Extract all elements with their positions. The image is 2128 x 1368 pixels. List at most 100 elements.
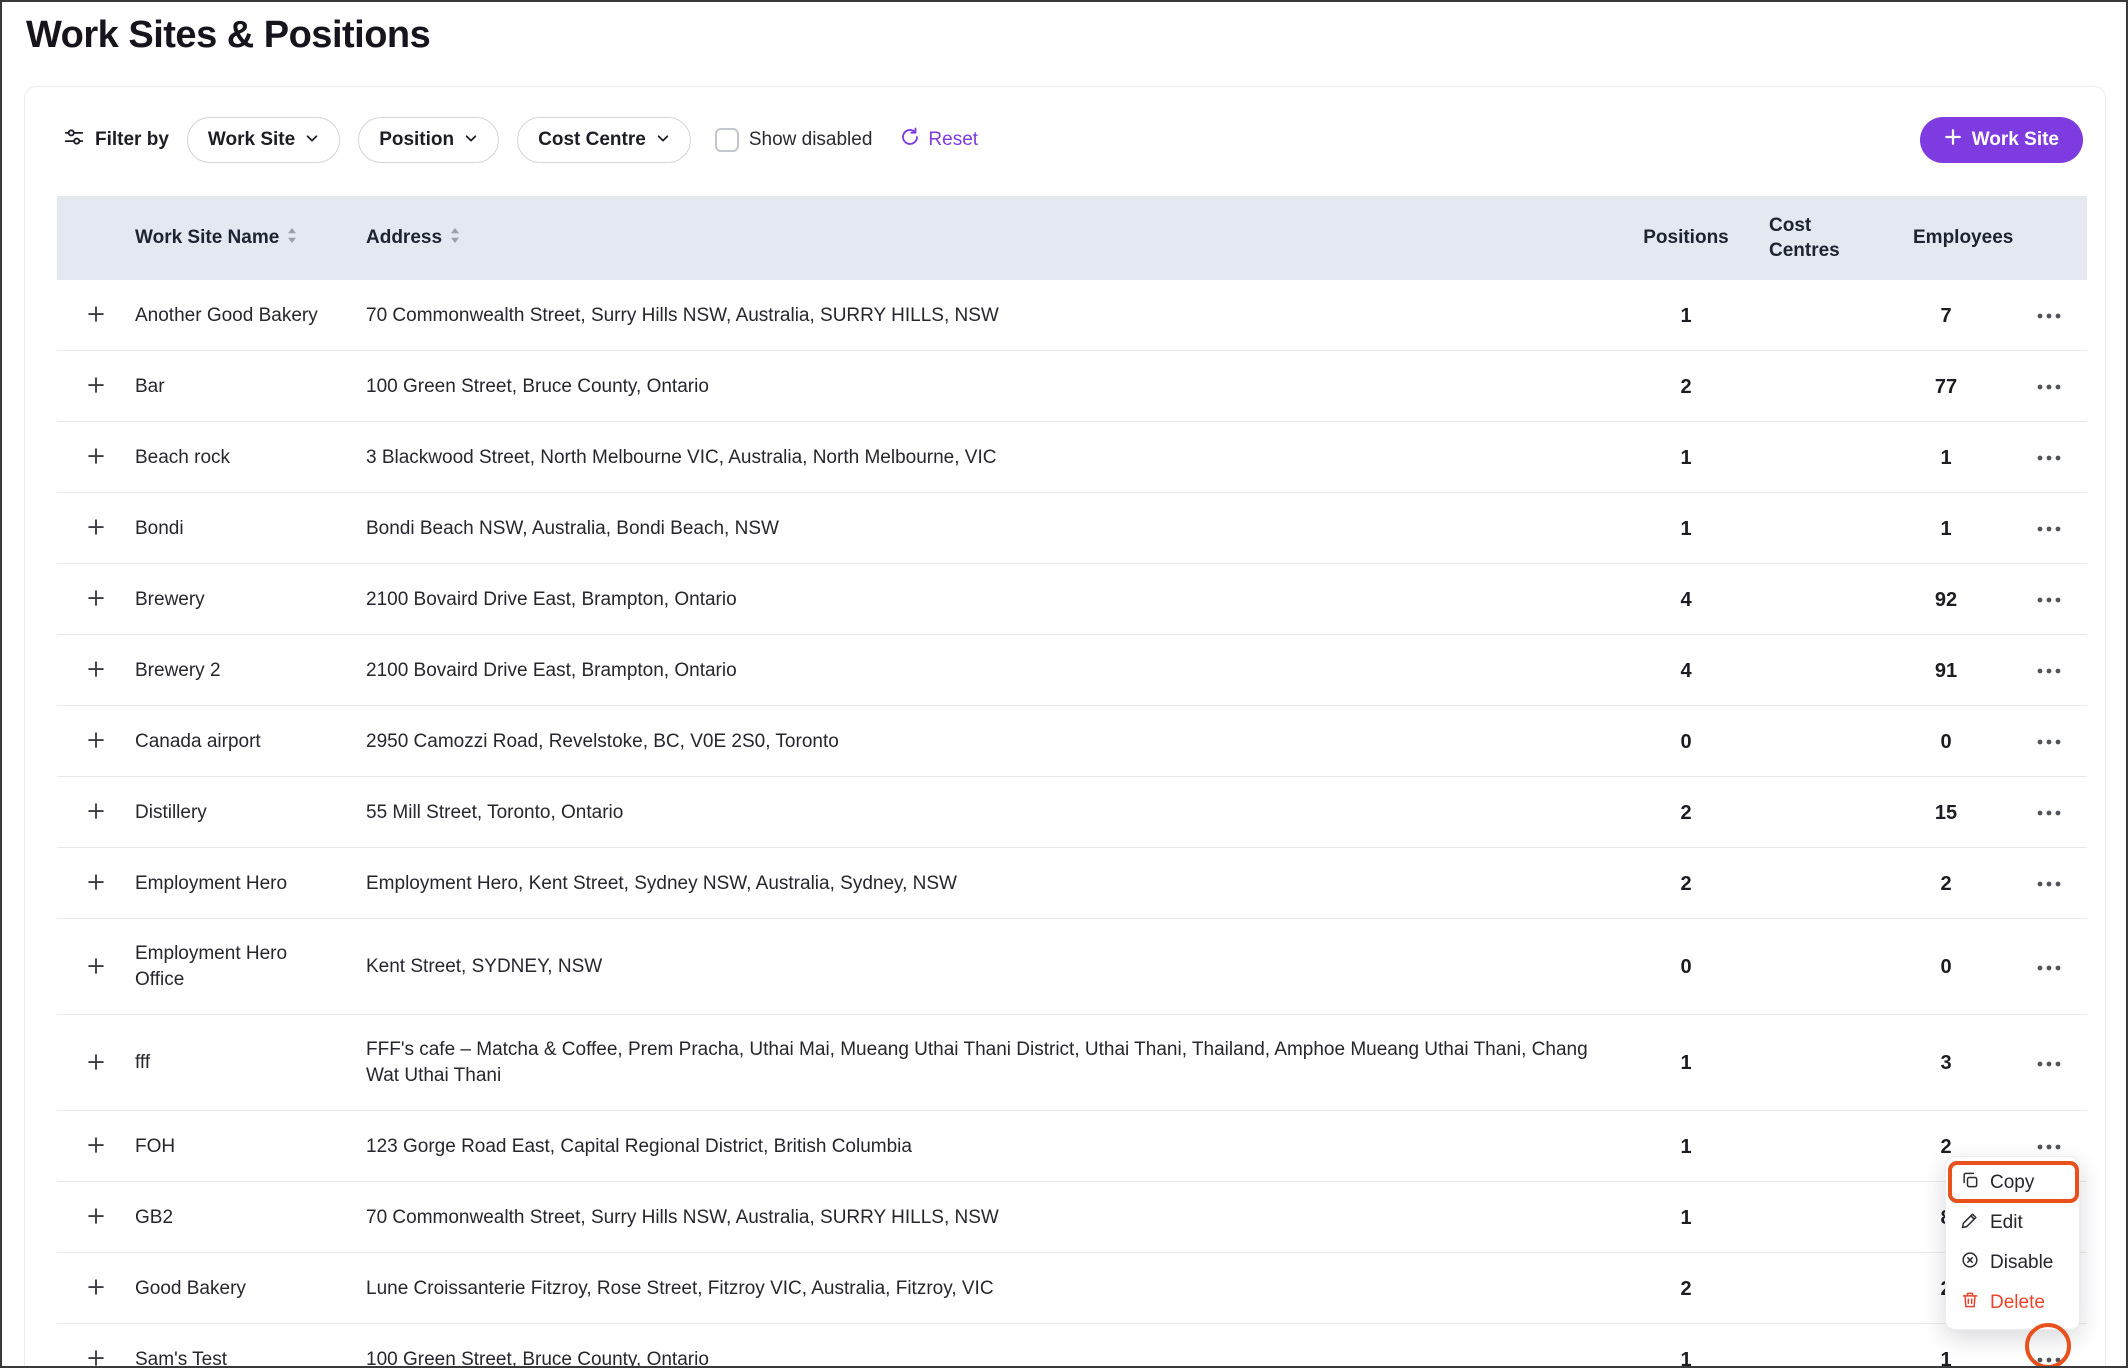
plus-icon <box>86 872 106 895</box>
sort-arrows-icon <box>450 227 460 250</box>
expand-row-button[interactable] <box>86 1052 106 1075</box>
plus-icon <box>86 1052 106 1075</box>
expand-row-button[interactable] <box>86 872 106 895</box>
positions-count: 1 <box>1631 516 1741 542</box>
tune-icon <box>63 126 85 154</box>
content-card: Filter by Work Site Position Cost Centre… <box>24 86 2106 1368</box>
employees-count: 2 <box>1881 871 2011 897</box>
menu-item-edit[interactable]: Edit <box>1946 1203 2079 1243</box>
menu-item-disable[interactable]: Disable <box>1946 1243 2079 1283</box>
expand-row-button[interactable] <box>86 801 106 824</box>
expand-row-button[interactable] <box>86 1135 106 1158</box>
expand-row-button[interactable] <box>86 1348 106 1368</box>
expand-row-button[interactable] <box>86 304 106 327</box>
row-actions-button[interactable] <box>2030 1050 2068 1077</box>
expand-row-button[interactable] <box>86 1277 106 1300</box>
work-site-name-cell: Good Bakery <box>135 1276 350 1302</box>
plus-icon <box>1944 128 1962 152</box>
plus-icon <box>86 659 106 682</box>
expand-cell <box>57 446 135 469</box>
address-cell: 2950 Camozzi Road, Revelstoke, BC, V0E 2… <box>350 729 1631 755</box>
expand-row-button[interactable] <box>86 375 106 398</box>
menu-item-label: Edit <box>1990 1212 2023 1234</box>
add-work-site-button[interactable]: Work Site <box>1920 117 2083 163</box>
expand-row-button[interactable] <box>86 659 106 682</box>
plus-icon <box>86 1206 106 1229</box>
expand-row-button[interactable] <box>86 588 106 611</box>
menu-item-label: Delete <box>1990 1292 2045 1314</box>
table-header-row: Work Site Name Address Positions Cost Ce… <box>57 196 2087 280</box>
row-actions-button[interactable] <box>2030 586 2068 613</box>
actions-cell <box>2011 799 2087 826</box>
header-address: Address <box>350 227 1631 250</box>
positions-count: 2 <box>1631 800 1741 826</box>
positions-count: 1 <box>1631 445 1741 471</box>
filter-work-site-dropdown[interactable]: Work Site <box>187 117 340 163</box>
row-actions-button[interactable] <box>2030 444 2068 471</box>
address-cell: 70 Commonwealth Street, Surry Hills NSW,… <box>350 1205 1631 1231</box>
filter-by-label: Filter by <box>63 126 169 154</box>
chevron-down-icon <box>464 129 478 151</box>
table-row: Distillery 55 Mill Street, Toronto, Onta… <box>57 777 2087 848</box>
expand-cell <box>57 1052 135 1075</box>
row-actions-button[interactable] <box>2030 870 2068 897</box>
row-actions-button[interactable] <box>2030 728 2068 755</box>
employees-count: 1 <box>1881 445 2011 471</box>
menu-item-delete[interactable]: Delete <box>1946 1283 2079 1323</box>
actions-cell <box>2011 954 2087 981</box>
address-cell: FFF's cafe – Matcha & Coffee, Prem Prach… <box>350 1037 1631 1089</box>
filter-position-dropdown[interactable]: Position <box>358 117 499 163</box>
sort-by-address-button[interactable]: Address <box>366 227 460 250</box>
expand-cell <box>57 588 135 611</box>
row-actions-button[interactable] <box>2030 373 2068 400</box>
row-actions-button[interactable] <box>2030 515 2068 542</box>
address-cell: Lune Croissanterie Fitzroy, Rose Street,… <box>350 1276 1631 1302</box>
positions-count: 4 <box>1631 658 1741 684</box>
actions-cell <box>2011 302 2087 329</box>
expand-row-button[interactable] <box>86 956 106 979</box>
table-row: Canada airport 2950 Camozzi Road, Revels… <box>57 706 2087 777</box>
expand-row-button[interactable] <box>86 1206 106 1229</box>
expand-cell <box>57 1135 135 1158</box>
positions-count: 2 <box>1631 1276 1741 1302</box>
table-body: Another Good Bakery 70 Commonwealth Stre… <box>57 280 2087 1368</box>
row-actions-button[interactable] <box>2030 302 2068 329</box>
row-actions-button[interactable] <box>2030 657 2068 684</box>
table-row: GB2 70 Commonwealth Street, Surry Hills … <box>57 1182 2087 1253</box>
positions-count: 0 <box>1631 729 1741 755</box>
pencil-icon <box>1960 1210 1980 1236</box>
work-site-name-cell: Sam's Test <box>135 1347 350 1368</box>
expand-row-button[interactable] <box>86 730 106 753</box>
expand-cell <box>57 1277 135 1300</box>
work-site-name-cell: Employment Hero <box>135 871 350 897</box>
row-actions-button[interactable] <box>2030 799 2068 826</box>
actions-cell <box>2011 1346 2087 1368</box>
table-row: Bondi Bondi Beach NSW, Australia, Bondi … <box>57 493 2087 564</box>
expand-row-button[interactable] <box>86 517 106 540</box>
header-positions: Positions <box>1631 227 1741 249</box>
row-actions-button[interactable] <box>2030 954 2068 981</box>
actions-cell <box>2011 444 2087 471</box>
show-disabled-checkbox[interactable] <box>715 128 739 152</box>
dropdown-label: Position <box>379 129 454 151</box>
row-actions-button[interactable] <box>2030 1346 2068 1368</box>
positions-count: 1 <box>1631 303 1741 329</box>
table-row: FOH 123 Gorge Road East, Capital Regiona… <box>57 1111 2087 1182</box>
plus-icon <box>86 446 106 469</box>
sort-by-name-button[interactable]: Work Site Name <box>135 227 297 250</box>
expand-cell <box>57 517 135 540</box>
menu-item-label: Copy <box>1990 1172 2034 1194</box>
positions-count: 4 <box>1631 587 1741 613</box>
menu-item-copy[interactable]: Copy <box>1946 1163 2079 1203</box>
filter-by-text: Filter by <box>95 129 169 151</box>
expand-row-button[interactable] <box>86 446 106 469</box>
actions-cell <box>2011 586 2087 613</box>
plus-icon <box>86 1277 106 1300</box>
add-work-site-label: Work Site <box>1972 129 2059 151</box>
filter-cost-centre-dropdown[interactable]: Cost Centre <box>517 117 691 163</box>
header-label: Work Site Name <box>135 227 279 249</box>
reset-filters-button[interactable]: Reset <box>900 127 978 153</box>
plus-icon <box>86 375 106 398</box>
menu-item-label: Disable <box>1990 1252 2053 1274</box>
positions-count: 2 <box>1631 374 1741 400</box>
